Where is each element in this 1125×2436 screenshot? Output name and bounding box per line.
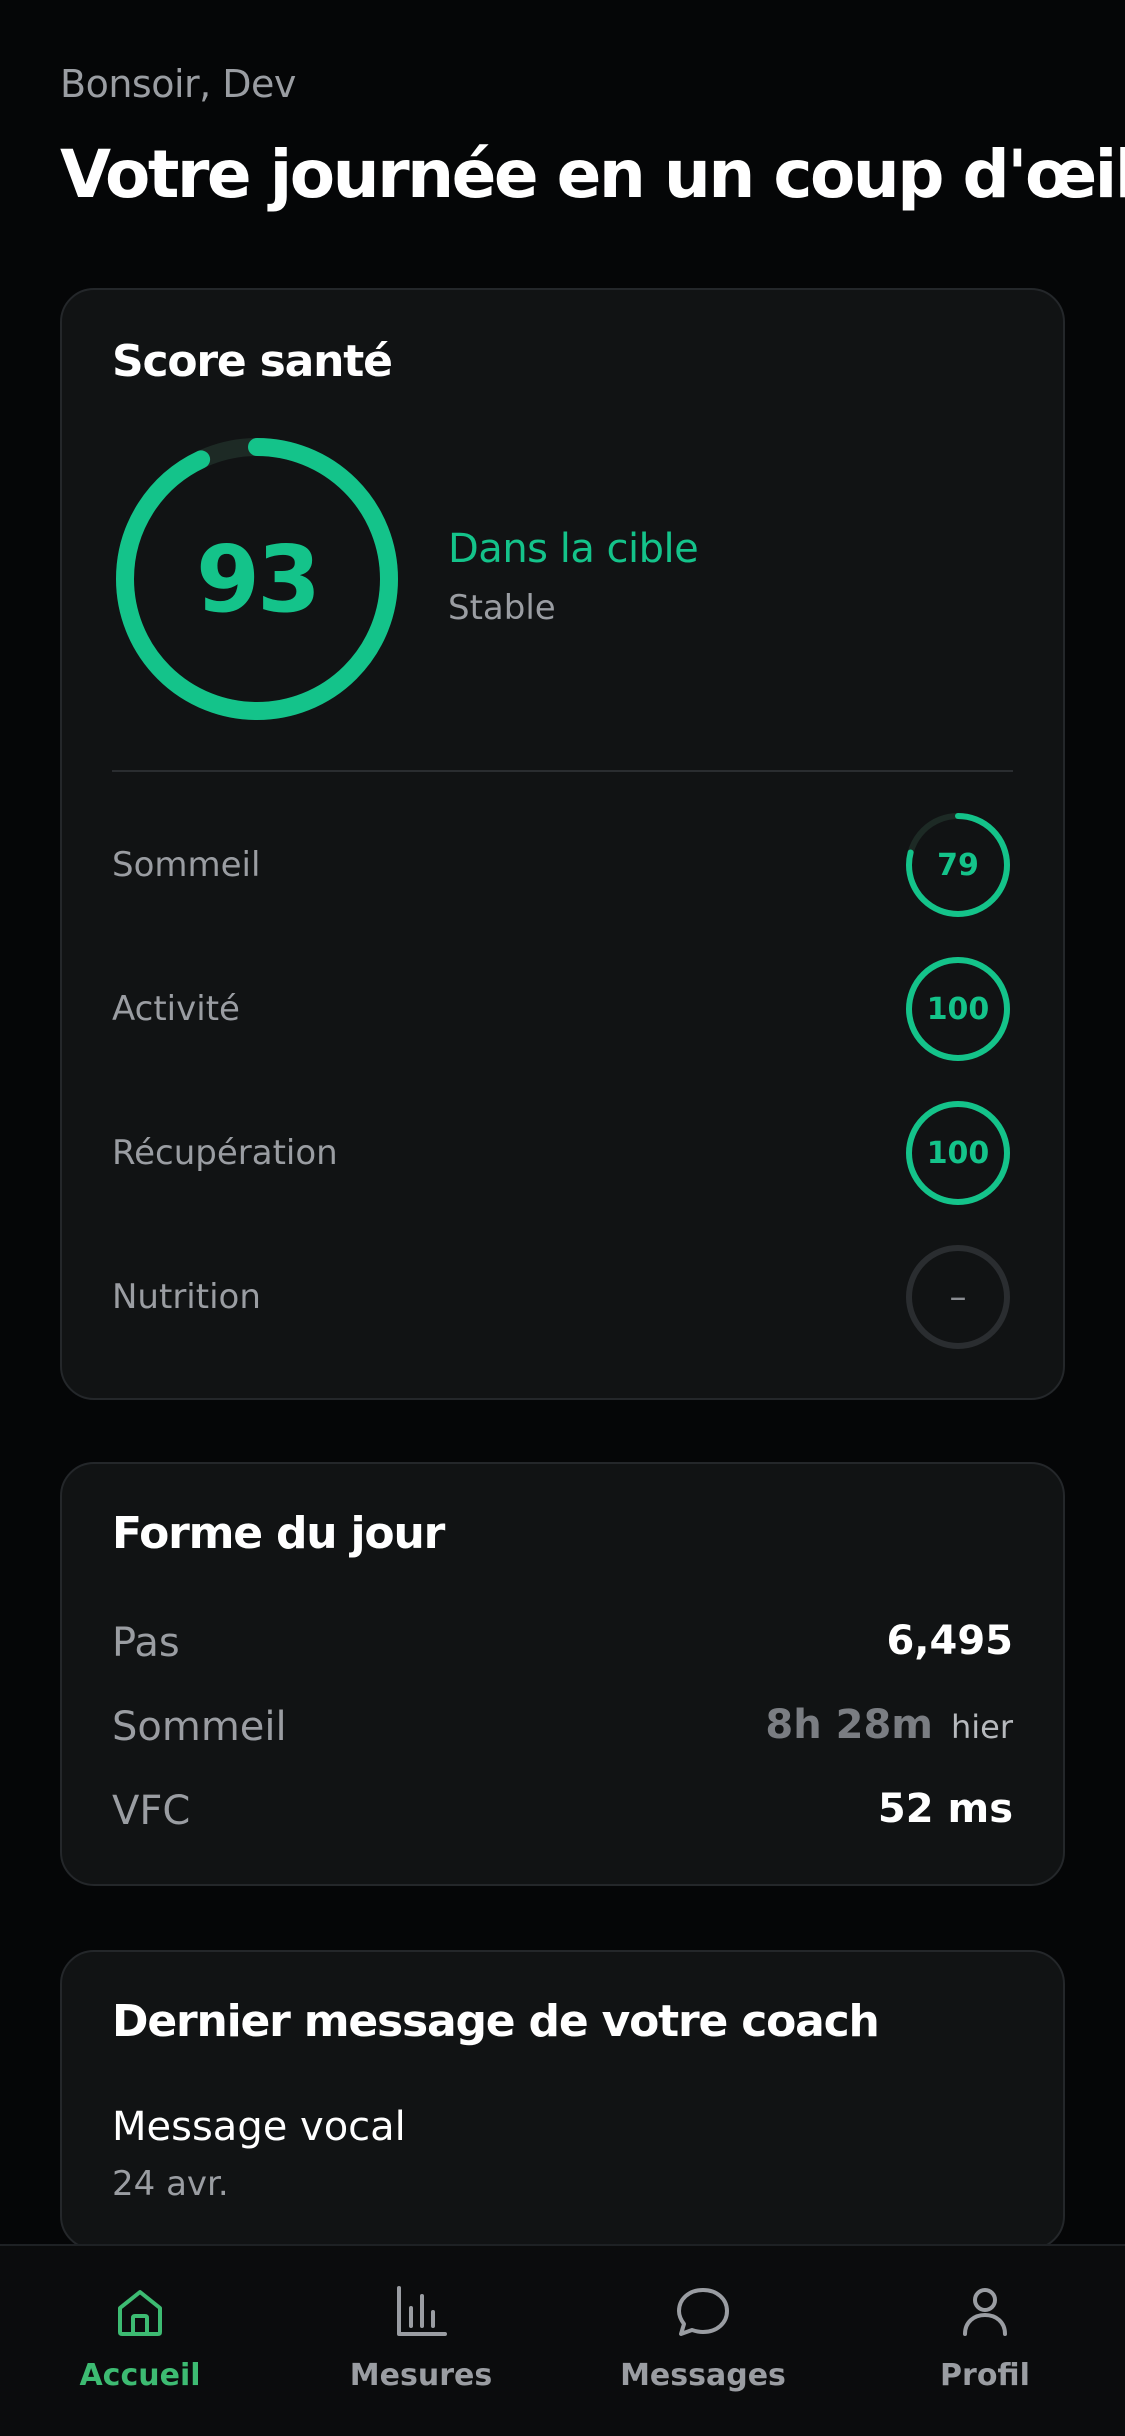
message-date: 24 avr. bbox=[112, 2164, 229, 2204]
stat-value: 6,495 bbox=[886, 1618, 1013, 1664]
metric-value: – bbox=[949, 1277, 967, 1317]
nav-label: Accueil bbox=[79, 2358, 201, 2393]
nav-tab-profile[interactable]: Profil bbox=[865, 2282, 1105, 2402]
metric-label: Sommeil bbox=[112, 845, 261, 885]
coach-message-card[interactable]: Dernier message de votre coach Message v… bbox=[60, 1950, 1065, 2250]
stat-suffix: hier bbox=[950, 1708, 1013, 1746]
stat-row-hrv: VFC 52 ms bbox=[112, 1780, 1013, 1840]
divider bbox=[112, 770, 1013, 772]
metric-value: 100 bbox=[926, 1135, 990, 1171]
metric-row-recuperation[interactable]: Récupération 100 bbox=[112, 1098, 1013, 1208]
stat-label: Pas bbox=[112, 1620, 180, 1666]
metric-row-nutrition[interactable]: Nutrition – bbox=[112, 1242, 1013, 1352]
greeting-text: Bonsoir, Dev bbox=[60, 62, 296, 106]
score-trend: Stable bbox=[448, 588, 556, 628]
metric-label: Nutrition bbox=[112, 1277, 261, 1317]
metric-label: Activité bbox=[112, 989, 240, 1029]
bar-chart-icon bbox=[397, 2286, 447, 2336]
nav-tab-measures[interactable]: Mesures bbox=[301, 2282, 541, 2402]
card-title: Score santé bbox=[112, 336, 393, 387]
bottom-nav: Accueil Mesures Messages Profil bbox=[0, 2244, 1125, 2436]
metric-value: 79 bbox=[937, 847, 979, 883]
stat-row-steps: Pas 6,495 bbox=[112, 1612, 1013, 1672]
stat-label: Sommeil bbox=[112, 1704, 287, 1750]
metric-row-sommeil[interactable]: Sommeil 79 bbox=[112, 810, 1013, 920]
nav-tab-home[interactable]: Accueil bbox=[20, 2282, 260, 2402]
health-score-card[interactable]: Score santé 93 Dans la cible Stable Somm… bbox=[60, 288, 1065, 1400]
card-title: Dernier message de votre coach bbox=[112, 1996, 880, 2047]
health-score-ring: 93 bbox=[110, 432, 404, 726]
nav-tab-messages[interactable]: Messages bbox=[583, 2282, 823, 2402]
nav-label: Messages bbox=[620, 2358, 786, 2393]
daily-form-card[interactable]: Forme du jour Pas 6,495 Sommeil 8h 28m hi… bbox=[60, 1462, 1065, 1886]
metric-ring: 100 bbox=[903, 954, 1013, 1064]
metric-ring: 79 bbox=[903, 810, 1013, 920]
metric-ring: – bbox=[903, 1242, 1013, 1352]
stat-value: 52 ms bbox=[877, 1786, 1013, 1832]
metric-row-activite[interactable]: Activité 100 bbox=[112, 954, 1013, 1064]
nav-label: Mesures bbox=[349, 2358, 493, 2393]
home-screen: Bonsoir, Dev Votre journée en un coup d'… bbox=[0, 0, 1125, 2436]
health-score-value: 93 bbox=[195, 525, 321, 633]
stat-label: VFC bbox=[112, 1788, 191, 1834]
metric-value: 100 bbox=[926, 991, 990, 1027]
message-type: Message vocal bbox=[112, 2104, 406, 2150]
metric-label: Récupération bbox=[112, 1133, 338, 1173]
nav-label: Profil bbox=[940, 2358, 1030, 2393]
home-icon bbox=[118, 2290, 162, 2336]
stat-value: 8h 28m hier bbox=[765, 1702, 1013, 1748]
score-status: Dans la cible bbox=[448, 526, 699, 572]
stat-row-sleep: Sommeil 8h 28m hier bbox=[112, 1696, 1013, 1756]
user-icon bbox=[963, 2288, 1007, 2336]
page-title: Votre journée en un coup d'œil bbox=[60, 136, 1125, 213]
chat-bubble-icon bbox=[677, 2288, 729, 2336]
metric-ring: 100 bbox=[903, 1098, 1013, 1208]
card-title: Forme du jour bbox=[112, 1508, 445, 1559]
